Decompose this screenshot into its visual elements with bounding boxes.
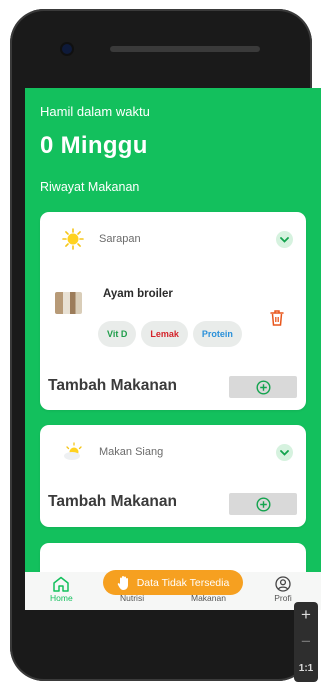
trash-icon[interactable]: [269, 309, 285, 327]
add-food-button[interactable]: [229, 493, 297, 515]
food-history-title: Riwayat Makanan: [40, 180, 140, 194]
zoom-in-button[interactable]: +: [294, 602, 318, 628]
sun-icon: [62, 228, 84, 250]
earpiece-speaker: [110, 46, 260, 52]
app-screen: Hamil dalam waktu 0 Minggu Riwayat Makan…: [25, 88, 321, 610]
pregnancy-label: Hamil dalam waktu: [40, 104, 150, 119]
pregnancy-weeks: 0 Minggu: [40, 132, 148, 159]
add-food-label: Tambah Makanan: [48, 377, 177, 394]
add-food-label: Tambah Makanan: [48, 493, 177, 510]
nutrient-tags: Vit D Lemak Protein: [98, 321, 242, 347]
meal-name: Makan Siang: [99, 446, 164, 458]
chevron-down-icon: [280, 449, 289, 456]
meal-card-breakfast: Sarapan Ayam broiler Vit D Lemak Protein…: [40, 212, 306, 410]
meal-name: Sarapan: [99, 233, 141, 245]
food-name: Ayam broiler: [103, 288, 173, 300]
nutrient-tag-fat: Lemak: [141, 321, 188, 347]
expand-button[interactable]: [276, 444, 293, 461]
nutrient-tag-vitd: Vit D: [98, 321, 137, 347]
plus-circle-icon: [255, 496, 271, 512]
nav-item-profile[interactable]: Profi: [274, 576, 292, 603]
zoom-ratio-button[interactable]: 1:1: [294, 658, 318, 680]
unavailable-data-toast: Data Tidak Tersedia: [103, 570, 243, 595]
zoom-out-button[interactable]: −: [294, 630, 318, 654]
emulator-zoom-panel: + − 1:1: [294, 602, 318, 682]
add-food-button[interactable]: [229, 376, 297, 398]
partly-cloudy-sun-icon: [64, 442, 82, 460]
profile-icon: [275, 576, 291, 592]
toast-text: Data Tidak Tersedia: [136, 576, 230, 589]
meal-header: Makan Siang: [62, 441, 302, 463]
meal-card-lunch: Makan Siang Tambah Makanan: [40, 425, 306, 527]
plus-circle-icon: [255, 379, 271, 395]
nav-label-home: Home: [50, 593, 73, 603]
nav-label-profile: Profi: [274, 593, 292, 603]
hand-icon: [117, 575, 128, 590]
home-icon: [53, 576, 70, 592]
expand-button[interactable]: [276, 231, 293, 248]
front-camera: [62, 44, 72, 54]
food-thumbnail: [55, 292, 82, 314]
meal-header: Sarapan: [62, 228, 302, 250]
nutrient-tag-protein: Protein: [192, 321, 242, 347]
chevron-down-icon: [280, 236, 289, 243]
nav-item-home[interactable]: Home: [50, 576, 73, 603]
